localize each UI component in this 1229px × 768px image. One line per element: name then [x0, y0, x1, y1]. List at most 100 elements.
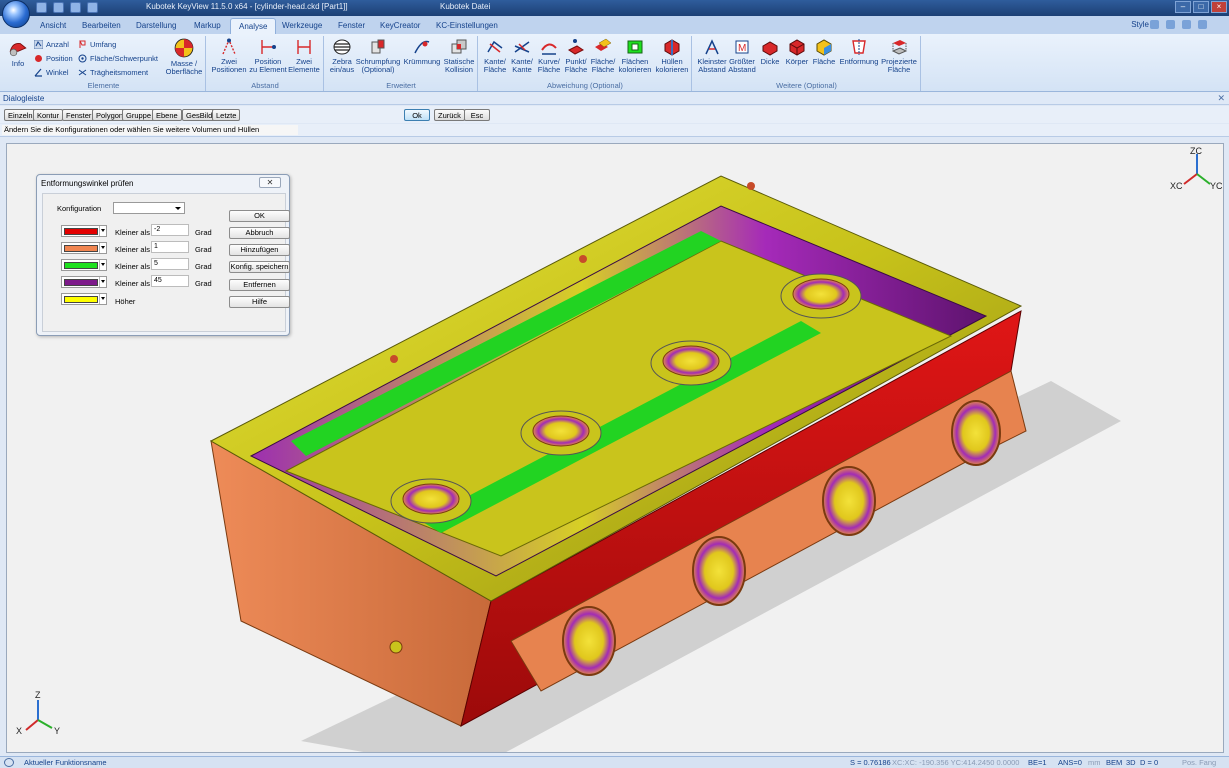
- dialog-help-button[interactable]: Hilfe: [229, 296, 290, 308]
- projezierte-flaeche-button[interactable]: Projezierte Fläche: [879, 38, 919, 74]
- d-indicator[interactable]: D = 0: [1140, 758, 1158, 767]
- tab-bearbeiten[interactable]: Bearbeiten: [74, 18, 129, 34]
- world-axis-triad: Z X Y: [14, 690, 64, 738]
- ok-button[interactable]: Ok: [404, 109, 430, 121]
- kante-kante-button[interactable]: Kante/Kante: [508, 38, 536, 74]
- snap-indicator[interactable]: Pos. Fang: [1182, 758, 1216, 767]
- esc-button[interactable]: Esc: [464, 109, 490, 121]
- dialog-bar-close-icon[interactable]: ✕: [1217, 93, 1225, 104]
- tab-analyse[interactable]: Analyse: [230, 18, 277, 34]
- kruemmung-button[interactable]: Krümmung: [401, 38, 443, 66]
- angle-icon: [34, 68, 42, 77]
- dialog-remove-button[interactable]: Entfernen: [229, 279, 290, 291]
- draft-dialog-close-button[interactable]: ✕: [259, 177, 281, 188]
- zwei-elemente-button[interactable]: Zwei Elemente: [287, 38, 321, 74]
- style-menu[interactable]: Style: [1131, 20, 1149, 29]
- select-fenster-button[interactable]: Fenster: [62, 109, 96, 121]
- qat-open-icon[interactable]: [53, 2, 64, 13]
- select-ebene-button[interactable]: Ebene: [152, 109, 182, 121]
- info-button[interactable]: Info: [6, 38, 30, 68]
- masse-oberflaeche-button[interactable]: Masse / Oberfläche: [164, 38, 204, 76]
- ans-indicator[interactable]: ANS=0: [1058, 758, 1082, 767]
- mode-indicator[interactable]: 3D: [1126, 758, 1136, 767]
- color-picker-row-1[interactable]: [61, 225, 107, 237]
- schrumpfung-button[interactable]: Schrumpfung (Optional): [355, 38, 401, 74]
- position-zu-element-button[interactable]: Position zu Element: [249, 38, 287, 74]
- tab-markup[interactable]: Markup: [186, 18, 229, 34]
- dialog-cancel-button[interactable]: Abbruch: [229, 227, 290, 239]
- info-icon: [9, 42, 27, 57]
- select-kontur-button[interactable]: Kontur: [33, 109, 64, 121]
- maximize-icon[interactable]: □: [1193, 1, 1209, 13]
- flaeche-schwerpunkt-button[interactable]: Fläche/Schwerpunkt: [78, 54, 158, 63]
- tab-keycreator[interactable]: KeyCreator: [372, 18, 428, 34]
- chevron-down-icon: [99, 277, 106, 287]
- back-button[interactable]: Zurück: [434, 109, 465, 121]
- tab-kc-einstellungen[interactable]: KC-Einstellungen: [428, 18, 506, 34]
- qat-undo-icon[interactable]: [70, 2, 81, 13]
- anzahl-button[interactable]: Anzahl: [34, 40, 69, 49]
- group-elemente: Info Anzahl Position Winkel Umfang Fläch…: [2, 36, 206, 91]
- be-indicator[interactable]: BE=1: [1028, 758, 1047, 767]
- kante-flaeche-button[interactable]: Kante/Fläche: [481, 38, 509, 74]
- select-letzte-button[interactable]: Letzte: [212, 109, 241, 121]
- world-y-label: Y: [54, 726, 61, 736]
- row-2-value[interactable]: 1: [151, 241, 189, 253]
- qat-save-icon[interactable]: [36, 2, 47, 13]
- zebra-button[interactable]: Zebra ein/aus: [327, 38, 357, 74]
- row-4-value[interactable]: 45: [151, 275, 189, 287]
- minimize-icon[interactable]: –: [1175, 1, 1191, 13]
- umfang-button[interactable]: Umfang: [78, 40, 116, 49]
- dialog-save-config-button[interactable]: Konfig. speichern: [229, 261, 290, 273]
- function-icon: [4, 758, 14, 767]
- punkt-flaeche-button[interactable]: Punkt/Fläche: [562, 38, 590, 74]
- info-label: Info: [11, 59, 25, 68]
- huellen-kolorieren-button[interactable]: Hüllen kolorieren: [653, 38, 691, 74]
- dialog-ok-button[interactable]: OK: [229, 210, 290, 222]
- row-1-value[interactable]: -2: [151, 224, 189, 236]
- position-button[interactable]: Position: [34, 54, 73, 63]
- entformung-button[interactable]: Entformung: [837, 38, 881, 66]
- row-3-unit: Grad: [195, 262, 212, 271]
- tab-fenster[interactable]: Fenster: [330, 18, 373, 34]
- flaechen-kolorieren-button[interactable]: Flächen kolorieren: [616, 38, 654, 74]
- mdi-close-icon[interactable]: [1198, 20, 1207, 29]
- bem-indicator[interactable]: BEM: [1106, 758, 1122, 767]
- groesster-abstand-button[interactable]: M Größter Abstand: [727, 38, 757, 74]
- dicke-button[interactable]: Dicke: [757, 38, 783, 66]
- row-3-label: Kleiner als: [115, 262, 151, 271]
- view-x-label: XC: [1170, 181, 1183, 191]
- koerper-button[interactable]: Körper: [783, 38, 811, 66]
- tab-ansicht[interactable]: Ansicht: [32, 18, 74, 34]
- dialog-add-button[interactable]: Hinzufügen: [229, 244, 290, 256]
- flaeche-analyse-button[interactable]: Fläche: [810, 38, 838, 66]
- restore-icon[interactable]: [1182, 20, 1191, 29]
- help-icon[interactable]: [1150, 20, 1159, 29]
- kleinster-abstand-button[interactable]: Kleinster Abstand: [695, 38, 729, 74]
- zwei-positionen-button[interactable]: Zwei Positionen: [211, 38, 247, 74]
- color-picker-row-2[interactable]: [61, 242, 107, 254]
- tab-werkzeuge[interactable]: Werkzeuge: [274, 18, 330, 34]
- ribbon-min-icon[interactable]: [1166, 20, 1175, 29]
- statische-kollision-button[interactable]: Statische Kollision: [441, 38, 477, 74]
- winkel-button[interactable]: Winkel: [34, 68, 69, 77]
- flaeche-flaeche-button[interactable]: Fläche/Fläche: [589, 38, 617, 74]
- row-2-unit: Grad: [195, 245, 212, 254]
- color-picker-row-4[interactable]: [61, 276, 107, 288]
- select-gruppe-button[interactable]: Gruppe: [122, 109, 156, 121]
- tab-darstellung[interactable]: Darstellung: [128, 18, 184, 34]
- kurve-flaeche-button[interactable]: Kurve/Fläche: [535, 38, 563, 74]
- point-face-icon: [568, 39, 584, 55]
- traegheitsmoment-button[interactable]: Trägheitsmoment: [78, 68, 148, 77]
- qat-redo-icon[interactable]: [87, 2, 98, 13]
- dialog-bar-title: Dialogleiste: [3, 94, 45, 103]
- max-distance-icon: M: [735, 40, 749, 54]
- color-picker-row-5[interactable]: [61, 293, 107, 305]
- row-3-value[interactable]: 5: [151, 258, 189, 270]
- app-orb-icon[interactable]: [2, 0, 30, 28]
- unit-indicator[interactable]: mm: [1088, 758, 1101, 767]
- close-icon[interactable]: ×: [1211, 1, 1227, 13]
- config-select[interactable]: [113, 202, 185, 214]
- color-picker-row-3[interactable]: [61, 259, 107, 271]
- select-einzeln-button[interactable]: Einzeln: [4, 109, 37, 121]
